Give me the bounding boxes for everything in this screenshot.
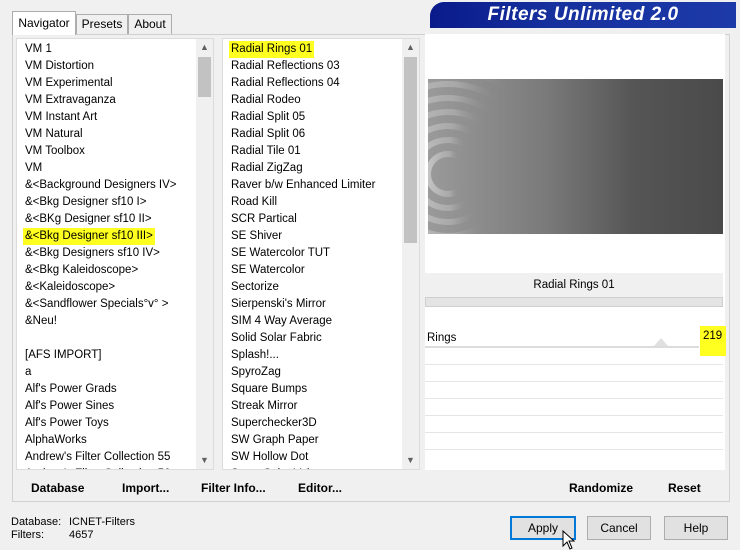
category-scrollbar[interactable]: ▲ ▼ — [196, 39, 213, 469]
list-item[interactable]: &<Bkg Designers sf10 IV> — [23, 245, 162, 262]
list-item[interactable]: Solid Solar Fabric — [229, 330, 324, 347]
param-row-divider — [425, 432, 723, 433]
category-list[interactable]: VM 1 VM Distortion VM Experimental VM Extra… — [16, 38, 214, 470]
list-item[interactable]: Radial Rings 01 — [229, 41, 315, 58]
list-item[interactable]: &<Sandflower Specials°v° > — [23, 296, 170, 313]
param-value[interactable]: 219 — [700, 326, 726, 356]
list-item[interactable]: VM Extravaganza — [23, 92, 118, 109]
param-label: Rings — [427, 332, 457, 344]
list-item[interactable]: &<BKg Designer sf10 II> — [23, 211, 154, 228]
list-item[interactable]: Superchecker3D — [229, 415, 319, 432]
scroll-down-icon[interactable]: ▼ — [402, 452, 419, 469]
list-item[interactable]: Alf's Power Toys — [23, 415, 111, 432]
param-row-divider — [425, 381, 723, 382]
help-button[interactable]: Help — [664, 516, 728, 540]
scroll-up-icon[interactable]: ▲ — [196, 39, 213, 56]
list-item[interactable]: Alf's Power Sines — [23, 398, 116, 415]
list-item[interactable]: SW Graph Paper — [229, 432, 321, 449]
param-row-divider — [425, 398, 723, 399]
list-item[interactable]: SE Watercolor — [229, 262, 307, 279]
list-item[interactable]: Radial Tile 01 — [229, 143, 303, 160]
import-button[interactable]: Import... — [122, 480, 169, 496]
filter-name-label: Radial Rings 01 — [425, 273, 723, 297]
param-row-divider — [425, 449, 723, 450]
mouse-cursor-icon — [562, 530, 576, 550]
list-item[interactable]: Radial Split 05 — [229, 109, 307, 126]
list-item[interactable]: a — [23, 364, 33, 381]
list-item[interactable]: VM 1 — [23, 41, 54, 58]
randomize-button[interactable]: Randomize — [569, 480, 633, 496]
list-item[interactable]: Andrew's Filter Collection 55 — [23, 449, 172, 466]
filter-info-button[interactable]: Filter Info... — [201, 480, 266, 496]
reset-button[interactable]: Reset — [668, 480, 701, 496]
scroll-thumb[interactable] — [198, 57, 211, 97]
database-button[interactable]: Database — [31, 480, 84, 496]
list-item[interactable]: SE Shiver — [229, 228, 284, 245]
tab-about[interactable]: About — [128, 14, 172, 34]
param-slider-track[interactable] — [425, 338, 699, 348]
app-title-banner: Filters Unlimited 2.0 — [430, 2, 736, 28]
list-item[interactable]: Splash!... — [229, 347, 281, 364]
list-item[interactable]: SCR Partical — [229, 211, 299, 228]
radial-rings-preview — [428, 79, 625, 234]
database-status-value: ICNET-Filters — [69, 516, 135, 528]
list-item[interactable]: Radial ZigZag — [229, 160, 305, 177]
list-item[interactable]: VM Instant Art — [23, 109, 99, 126]
list-item[interactable]: Alf's Power Grads — [23, 381, 119, 398]
list-item[interactable]: Road Kill — [229, 194, 279, 211]
list-item[interactable]: Sierpenski's Mirror — [229, 296, 328, 313]
list-item[interactable]: Raver b/w Enhanced Limiter — [229, 177, 377, 194]
list-item[interactable]: SIM 4 Way Average — [229, 313, 334, 330]
list-item[interactable]: Andrew's Filter Collection 56 — [23, 466, 172, 469]
scroll-thumb[interactable] — [404, 57, 417, 243]
list-item[interactable]: Streak Mirror — [229, 398, 299, 415]
list-item[interactable]: VM Natural — [23, 126, 85, 143]
list-item[interactable]: SpyroZag — [229, 364, 283, 381]
list-item[interactable]: AlphaWorks — [23, 432, 89, 449]
tab-navigator[interactable]: Navigator — [12, 11, 76, 35]
list-item[interactable]: &<Background Designers IV> — [23, 177, 179, 194]
database-status-label: Database: — [11, 516, 62, 528]
list-item[interactable]: VM Toolbox — [23, 143, 87, 160]
cancel-button[interactable]: Cancel — [587, 516, 651, 540]
filters-status-value: 4657 — [69, 529, 94, 541]
filters-status-label: Filters: — [11, 529, 44, 541]
list-item[interactable]: VM Distortion — [23, 58, 96, 75]
list-item[interactable]: &<Bkg Designer sf10 III> — [23, 228, 155, 245]
list-item[interactable]: Swap Color Values — [229, 466, 330, 469]
list-item[interactable]: &<Kaleidoscope> — [23, 279, 117, 296]
list-item[interactable]: SE Watercolor TUT — [229, 245, 332, 262]
list-item[interactable]: Radial Split 06 — [229, 126, 307, 143]
param-row-divider — [425, 364, 723, 365]
tab-presets[interactable]: Presets — [76, 14, 128, 34]
list-item[interactable]: Sectorize — [229, 279, 281, 296]
list-item[interactable]: VM Experimental — [23, 75, 115, 92]
filter-name-divider — [425, 297, 723, 307]
preview-image — [428, 79, 723, 234]
filter-scrollbar[interactable]: ▲ ▼ — [402, 39, 419, 469]
list-item[interactable]: Radial Rodeo — [229, 92, 303, 109]
list-item[interactable]: &<Bkg Designer sf10 I> — [23, 194, 148, 211]
list-item[interactable]: Radial Reflections 03 — [229, 58, 342, 75]
list-item[interactable] — [23, 330, 27, 347]
editor-button[interactable]: Editor... — [298, 480, 342, 496]
param-slider-thumb[interactable] — [653, 338, 668, 346]
param-row-divider — [425, 415, 723, 416]
list-item[interactable]: VM — [23, 160, 44, 177]
scroll-down-icon[interactable]: ▼ — [196, 452, 213, 469]
filter-list[interactable]: Radial Rings 01 Radial Reflections 03 Radi… — [222, 38, 420, 470]
list-item[interactable]: Square Bumps — [229, 381, 309, 398]
list-item[interactable]: SW Hollow Dot — [229, 449, 310, 466]
scroll-up-icon[interactable]: ▲ — [402, 39, 419, 56]
list-item[interactable]: Radial Reflections 04 — [229, 75, 342, 92]
list-item[interactable]: [AFS IMPORT] — [23, 347, 103, 364]
list-item[interactable]: &Neu! — [23, 313, 59, 330]
list-item[interactable]: &<Bkg Kaleidoscope> — [23, 262, 140, 279]
